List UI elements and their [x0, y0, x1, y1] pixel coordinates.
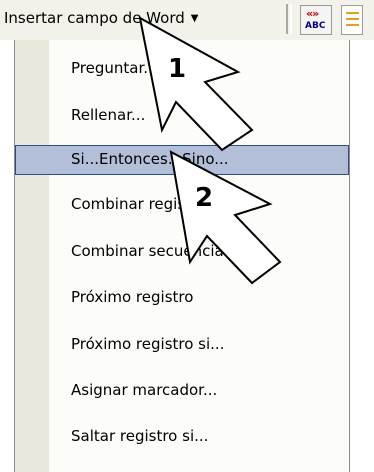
insert-word-field-button[interactable]: Insertar campo de Word ▼ [0, 4, 202, 32]
document-line [346, 24, 359, 26]
menu-item-si-entonces-sino[interactable]: Si...Entonces...Sino... [15, 145, 349, 175]
menu-item-label: Rellenar... [71, 106, 146, 124]
menu-item-proximo-registro-si[interactable]: Próximo registro si... [15, 330, 349, 360]
mail-merge-toolbar: Insertar campo de Word ▼ «» ABC [0, 0, 374, 40]
toolbar-separator-highlight [290, 4, 292, 34]
chevron-down-icon: ▼ [190, 12, 199, 24]
abc-text: ABC [305, 21, 326, 31]
menu-item-combinar-secuencia[interactable]: Combinar secuencia nº [15, 237, 349, 267]
document-line [346, 12, 359, 14]
insert-word-field-label: Insertar campo de Word [4, 9, 185, 27]
document-icon[interactable] [341, 5, 363, 35]
menu-item-preguntar[interactable]: Preguntar... [15, 54, 349, 84]
menu-item-label: Preguntar... [71, 59, 158, 77]
word-field-dropdown-menu: Preguntar... Rellenar... Si...Entonces..… [14, 40, 350, 472]
menu-item-label: Combinar secuencia nº [71, 242, 246, 260]
view-merged-data-icon[interactable]: «» ABC [300, 5, 332, 35]
menu-item-asignar-marcador[interactable]: Asignar marcador... [15, 376, 349, 406]
menu-item-saltar-registro-si[interactable]: Saltar registro si... [15, 422, 349, 452]
menu-item-label: Próximo registro si... [71, 335, 225, 353]
menu-item-label: Si...Entonces...Sino... [71, 150, 229, 168]
menu-item-label: Próximo registro [71, 288, 194, 306]
merge-field-chevrons: «» [306, 7, 319, 20]
menu-item-combinar-registro[interactable]: Combinar registro nº [15, 190, 349, 220]
menu-item-proximo-registro[interactable]: Próximo registro [15, 283, 349, 313]
document-line [346, 18, 359, 20]
menu-item-label: Saltar registro si... [71, 427, 209, 445]
menu-item-label: Combinar registro nº [71, 195, 228, 213]
menu-item-label: Asignar marcador... [71, 381, 218, 399]
menu-item-rellenar[interactable]: Rellenar... [15, 101, 349, 131]
toolbar-separator [286, 4, 288, 34]
